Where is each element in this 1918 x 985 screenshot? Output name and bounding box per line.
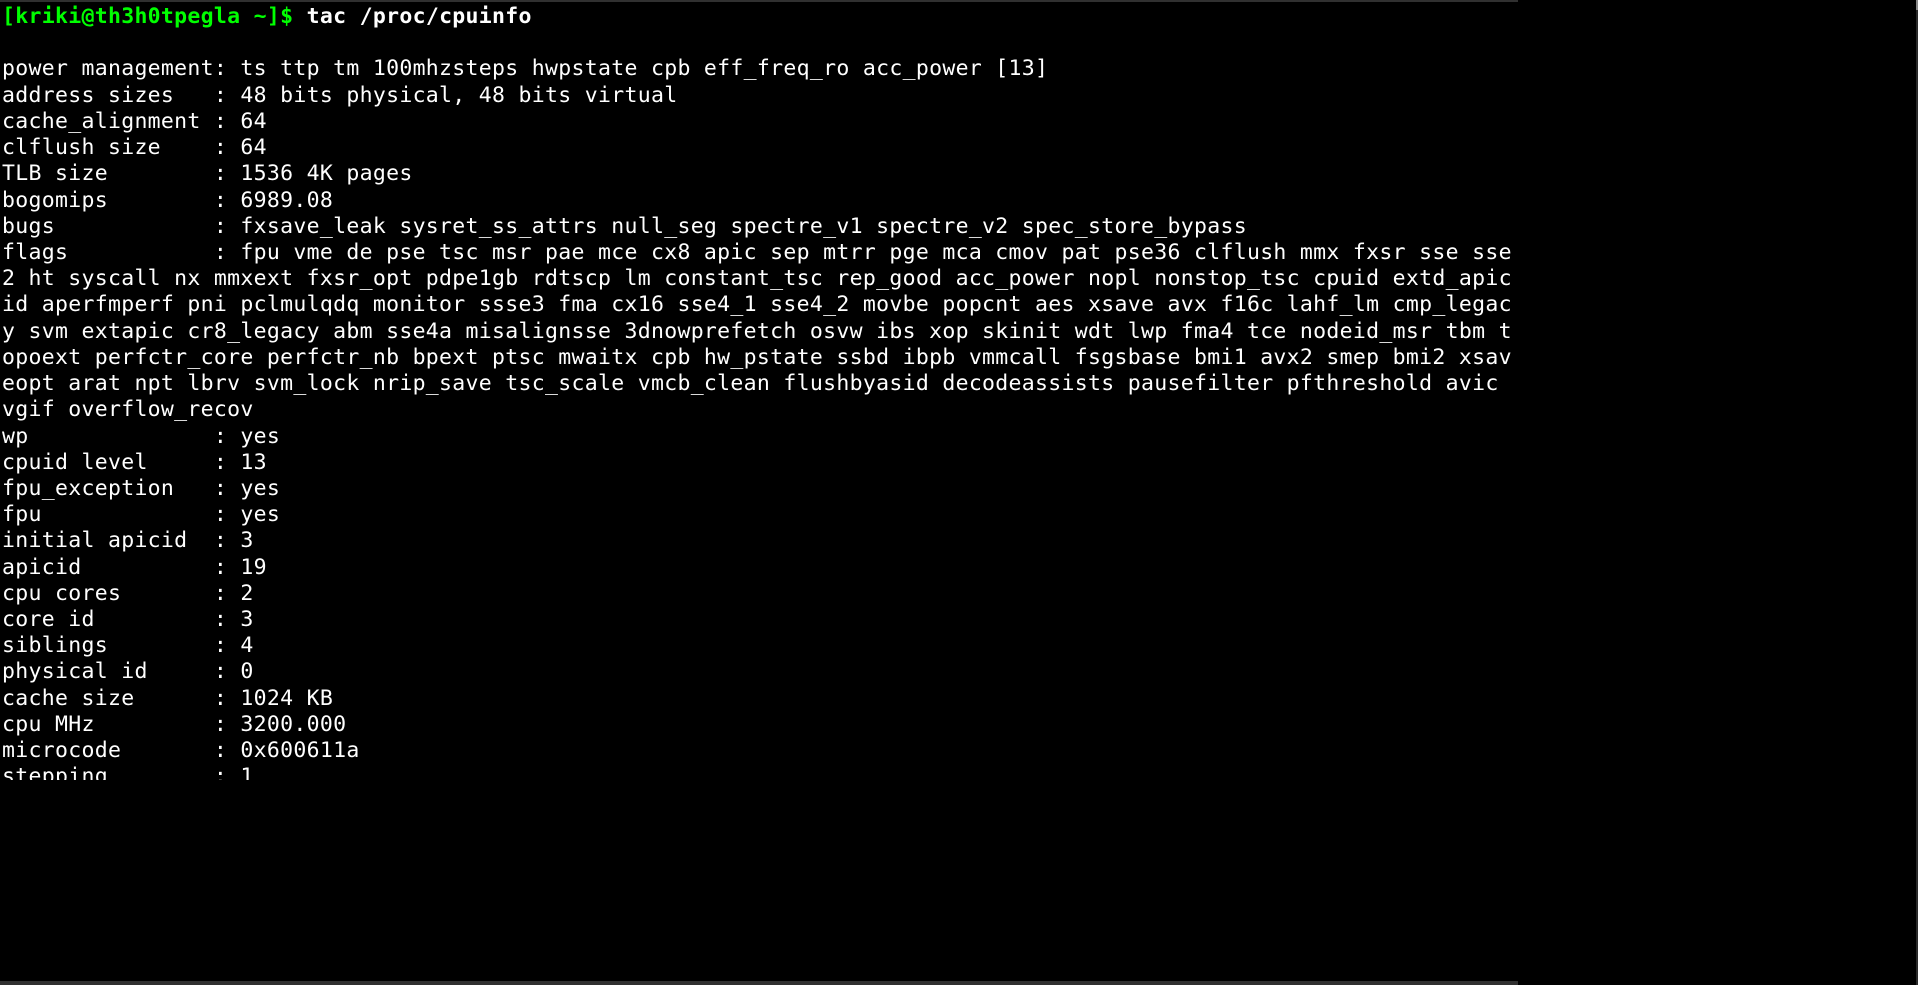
output-line: bugs : fxsave_leak sysret_ss_attrs null_… xyxy=(2,214,1247,239)
output-line: initial apicid : 3 xyxy=(2,528,254,553)
output-line: cache size : 1024 KB xyxy=(2,686,333,711)
output-line: TLB size : 1536 4K pages xyxy=(2,161,413,186)
output-line: cache_alignment : 64 xyxy=(2,109,267,134)
window-border-bottom xyxy=(0,981,1518,985)
prompt-prefix: [kriki@th3h0tpegla ~]$ xyxy=(2,4,307,29)
output-line: power management: ts ttp tm 100mhzsteps … xyxy=(2,56,1048,81)
output-line: flags : fpu vme de pse tsc msr pae mce c… xyxy=(2,240,1512,422)
output-line: siblings : 4 xyxy=(2,633,254,658)
output-line: microcode : 0x600611a xyxy=(2,738,360,763)
output-line: bogomips : 6989.08 xyxy=(2,188,333,213)
output-line: cpu cores : 2 xyxy=(2,581,254,606)
command-text: tac /proc/cpuinfo xyxy=(307,4,532,29)
output-line: wp : yes xyxy=(2,424,280,449)
output-line: apicid : 19 xyxy=(2,555,267,580)
output-line: cpuid level : 13 xyxy=(2,450,267,475)
output-line: fpu_exception : yes xyxy=(2,476,280,501)
output-line: clflush size : 64 xyxy=(2,135,267,160)
output-line: address sizes : 48 bits physical, 48 bit… xyxy=(2,83,677,108)
output-line: physical id : 0 xyxy=(2,659,254,684)
output-line: fpu : yes xyxy=(2,502,280,527)
terminal-pane[interactable]: [kriki@th3h0tpegla ~]$ tac /proc/cpuinfo… xyxy=(0,0,1518,780)
output-line: core id : 3 xyxy=(2,607,254,632)
output-line: stepping : 1 xyxy=(2,764,254,780)
output-line: cpu MHz : 3200.000 xyxy=(2,712,346,737)
